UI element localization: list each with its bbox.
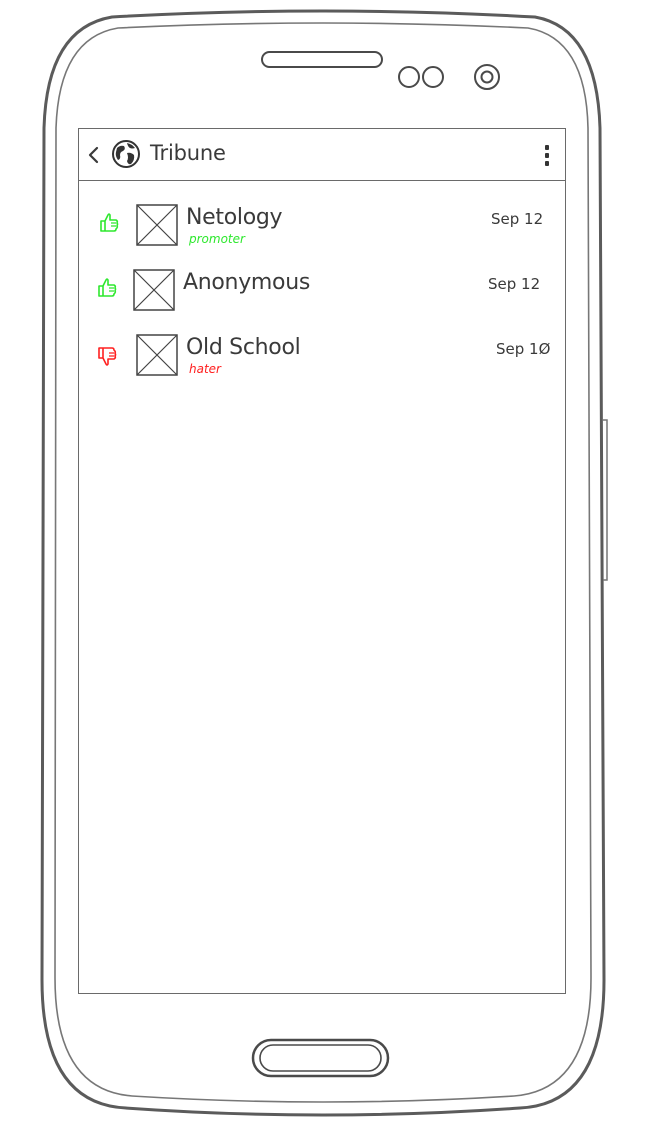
phone-screen: Tribune Netology promoter Sep 12 Anonymo… — [78, 128, 566, 994]
phone-sensor-right — [422, 66, 444, 88]
avatar — [133, 269, 175, 311]
app-bar: Tribune — [79, 129, 565, 181]
review-date: Sep 1Ø — [496, 340, 551, 358]
reviewer-name: Old School — [186, 335, 301, 360]
app-title: Tribune — [150, 141, 226, 165]
reviewer-tag: hater — [189, 362, 221, 376]
phone-speaker — [261, 51, 383, 68]
phone-sensor-left — [398, 66, 420, 88]
reviewer-tag: promoter — [189, 232, 245, 246]
thumbs-down-icon — [98, 347, 117, 366]
list-item[interactable]: Netology promoter Sep 12 — [79, 181, 565, 246]
home-button[interactable] — [251, 1038, 390, 1078]
chevron-left-icon — [88, 146, 99, 164]
phone-side-button — [603, 419, 608, 581]
globe-icon — [112, 140, 140, 168]
thumbs-up-icon — [100, 213, 119, 232]
back-button[interactable] — [83, 142, 105, 168]
review-date: Sep 12 — [491, 210, 544, 228]
list-item[interactable]: Anonymous Sep 12 — [79, 246, 565, 311]
avatar — [136, 334, 178, 376]
review-date: Sep 12 — [488, 275, 541, 293]
overflow-menu-button[interactable] — [537, 142, 557, 168]
thumbs-up-icon — [98, 278, 117, 297]
list-item[interactable]: Old School hater Sep 1Ø — [79, 311, 565, 376]
reviewer-name: Anonymous — [183, 270, 311, 295]
avatar — [136, 204, 178, 246]
reviewer-name: Netology — [186, 205, 283, 230]
